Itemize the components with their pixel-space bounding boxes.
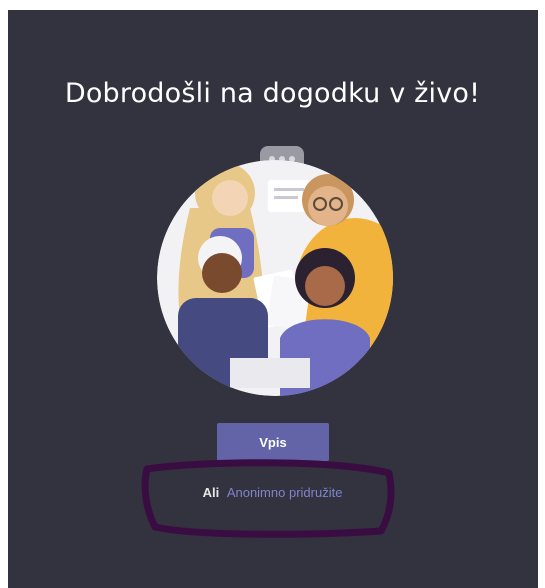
signin-button[interactable]: Vpis bbox=[217, 423, 329, 461]
anonymous-join-row: Ali Anonimno pridružite bbox=[0, 485, 545, 500]
join-anonymously-link[interactable]: Anonimno pridružite bbox=[227, 485, 343, 500]
people-meeting-illustration bbox=[157, 146, 393, 396]
or-label: Ali bbox=[202, 485, 220, 500]
page-title: Dobrodošli na dogodku v živo! bbox=[64, 78, 481, 109]
